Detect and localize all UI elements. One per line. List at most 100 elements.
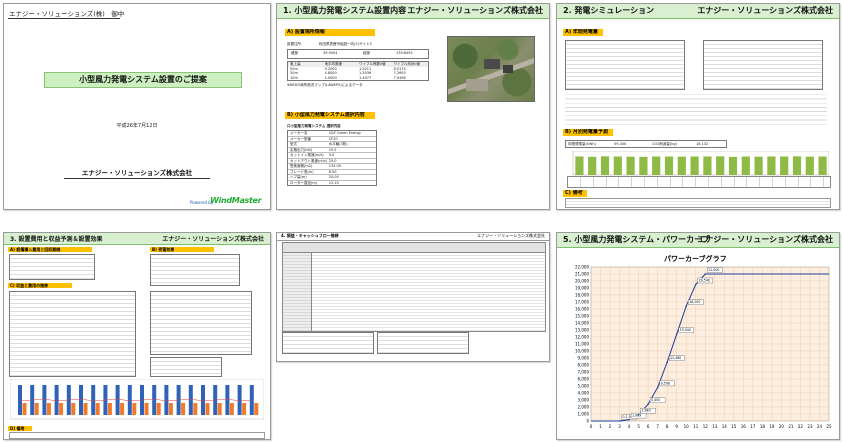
page-company: エナジー・ソリューションズ株式会社 — [477, 233, 545, 238]
bar — [59, 403, 64, 415]
address-label: 設置住所 — [287, 42, 301, 46]
bar — [168, 403, 173, 415]
address-value: 秋田県男鹿市船越一向(2)サイト5 — [319, 42, 372, 46]
page-title: 3. 設置費用と収益予測＆設置効果 — [10, 236, 103, 243]
y-tick-label: 3,000 — [578, 398, 590, 403]
page-header: 1. 小型風力発電システム設置内容 エナジー・ソリューションズ株式会社 — [277, 4, 549, 19]
x-tick-label: 10 — [684, 424, 690, 429]
cashflow-sub-table — [377, 332, 469, 354]
data-point — [647, 403, 649, 405]
y-tick-label: 20,000 — [575, 279, 589, 284]
y-tick-label: 9,000 — [578, 356, 590, 361]
power-curve-page[interactable]: 5. 小型風力発電システム・パワーカーブ エナジー・ソリューションズ株式会社 パ… — [556, 232, 840, 440]
bar — [613, 156, 622, 175]
cover-company-underline — [64, 178, 210, 179]
revenue-cost-chart — [10, 379, 264, 420]
y-tick-label: 15,000 — [575, 314, 589, 319]
y-tick-label: 18,000 — [575, 293, 589, 298]
data-label-text: 20,540 — [699, 279, 710, 283]
cover-page[interactable]: エナジー・ソリューションズ(株) 御中 小型風力発電システム設置のご提案 平成2… — [3, 3, 271, 210]
y-tick-label: 11,000 — [575, 342, 589, 347]
annual-label: 年間発電量(kWh) — [568, 142, 596, 146]
cashflow-table — [282, 252, 546, 332]
bar — [703, 156, 712, 175]
spec-value: 25.0 — [328, 158, 337, 163]
y-tick-label: 7,000 — [578, 370, 590, 375]
x-tick-label: 23 — [807, 424, 813, 429]
page-company: エナジー・ソリューションズ株式会社 — [407, 6, 543, 15]
spec-value: 19.5 — [328, 147, 337, 152]
section-heading: C) 備考 — [563, 190, 587, 197]
data-label: 21,000 — [707, 267, 723, 273]
section-heading: A) 設備導入費用と回収期間 — [8, 247, 92, 252]
cover-recipient: エナジー・ソリューションズ(株) 御中 — [9, 10, 125, 18]
bar — [193, 403, 198, 415]
cover-title: 小型風力発電システム設置のご提案 — [79, 75, 207, 84]
lat-lon-table: 緯度 39.9004 経度 139.8492 — [287, 49, 429, 59]
spec-key: カットイン風速(m/s) — [290, 153, 324, 157]
section-heading: C) 収益と費用の推移 — [8, 283, 72, 288]
data-point — [618, 420, 621, 422]
y-tick-label: 21,000 — [575, 272, 589, 277]
bar — [664, 156, 674, 175]
bar — [237, 385, 242, 415]
sim-table-left — [565, 40, 685, 90]
finance-table-small — [150, 357, 222, 377]
bar — [22, 403, 27, 415]
bar — [156, 403, 161, 415]
co2-label: CO2削減量(kg) — [652, 142, 677, 146]
bar — [639, 156, 648, 175]
y-tick-label: 17,000 — [575, 300, 589, 305]
y-tick-label: 1,000 — [578, 412, 590, 417]
x-tick-label: 9 — [675, 424, 678, 429]
bar — [79, 385, 83, 415]
bar — [201, 385, 205, 415]
data-label-text: 5,400 — [651, 398, 660, 402]
x-tick-label: 11 — [693, 424, 699, 429]
x-tick-label: 7 — [656, 424, 659, 429]
bar — [107, 403, 112, 415]
cost-revenue-page[interactable]: 3. 設置費用と収益予測＆設置効果 エナジー・ソリューションズ株式会社 A) 設… — [3, 232, 271, 440]
table-row: 10m 4.0000 1.4977 7.0496 — [288, 76, 428, 81]
spec-value: 6.50 — [328, 169, 337, 174]
installation-page[interactable]: 1. 小型風力発電システム設置内容 エナジー・ソリューションズ株式会社 A) 設… — [276, 3, 550, 210]
section-heading: B) 月別発電量予測 — [563, 129, 613, 136]
x-tick-label: 13 — [712, 424, 718, 429]
x-tick-label: 12 — [703, 424, 709, 429]
bar — [120, 403, 125, 415]
bar — [767, 156, 776, 175]
cover-title-box: 小型風力発電システム設置のご提案 — [44, 72, 242, 88]
cashflow-label-column — [283, 253, 312, 331]
spec-key: ハブ高(m) — [290, 175, 307, 179]
cashflow-sub-table — [282, 332, 374, 354]
bar — [805, 156, 814, 175]
bar — [18, 385, 22, 415]
page-title: 4. 損益・キャッシュフロー推移 — [281, 233, 339, 238]
data-label-text: 21,000 — [708, 268, 719, 272]
x-tick-label: 25 — [826, 424, 832, 429]
bar — [728, 156, 738, 175]
bar — [132, 403, 137, 415]
page-title: 5. 小型風力発電システム・パワーカーブ — [563, 235, 710, 244]
cover-company: エナジー・ソリューションズ株式会社 — [81, 169, 193, 177]
data-label: 20,540 — [697, 277, 713, 284]
y-tick-label: 5,000 — [578, 384, 590, 389]
bar — [144, 403, 149, 415]
section-heading: B) 売電効果 — [150, 247, 214, 252]
page-company: エナジー・ソリューションズ株式会社 — [697, 6, 833, 15]
spec-key: ブレード長(m) — [290, 169, 314, 174]
cashflow-page[interactable]: 4. 損益・キャッシュフロー推移 エナジー・ソリューションズ株式会社 — [276, 232, 550, 362]
lat-value: 39.9004 — [323, 51, 338, 55]
co2-value: 18,132 — [696, 142, 709, 146]
bar — [217, 403, 222, 415]
bar — [741, 156, 750, 175]
simulation-page[interactable]: 2. 発電シミュレーション エナジー・ソリューションズ株式会社 A) 年間発電量… — [556, 3, 840, 210]
bar — [780, 156, 789, 175]
bar — [225, 385, 230, 415]
page-title: 1. 小型風力発電システム設置内容 — [283, 6, 407, 15]
bar — [91, 385, 96, 415]
y-tick-label: 19,000 — [575, 286, 589, 291]
data-label-text: 18,200 — [689, 300, 700, 304]
page-title: 2. 発電シミュレーション — [563, 6, 655, 15]
monthly-data-table — [567, 176, 831, 188]
